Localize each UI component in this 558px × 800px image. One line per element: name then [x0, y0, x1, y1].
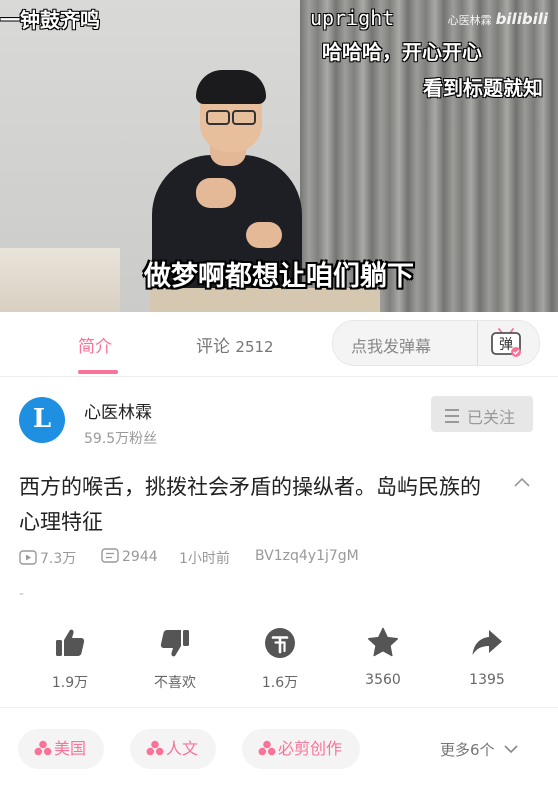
publish-time: 1小时前: [179, 551, 230, 567]
danmaku-icon-char: 弹: [499, 337, 513, 353]
tag-chip[interactable]: 必剪创作: [242, 729, 361, 769]
watermark-name: 心医林霖: [447, 14, 492, 27]
tab-comments-label: 评论: [196, 337, 230, 357]
more-tags-button[interactable]: 更多6个: [440, 739, 519, 760]
avatar-letter: L: [32, 404, 52, 434]
view-count: 7.3万: [19, 548, 76, 568]
tag-label: 必剪创作: [278, 739, 343, 758]
person-hand-right: [246, 222, 282, 248]
tag-icon: [34, 740, 52, 756]
danmaku-comment: 哈哈哈，开心开心: [322, 40, 482, 64]
view-count-value: 7.3万: [40, 551, 77, 567]
star-icon: [368, 627, 398, 657]
tag-icon: [258, 740, 276, 756]
dislike-button[interactable]: 不喜欢: [130, 626, 220, 692]
share-button[interactable]: 1395: [442, 626, 532, 688]
chevron-up-icon[interactable]: [513, 474, 531, 492]
person-glasses: [206, 110, 256, 125]
uploader-name[interactable]: 心医林霖: [84, 398, 152, 423]
coin-count: 1.6万: [261, 675, 299, 691]
tag-chip[interactable]: 美国: [18, 729, 105, 769]
bilibili-logo: bilibili: [495, 10, 548, 28]
favorite-button[interactable]: 3560: [338, 626, 428, 688]
video-player[interactable]: 一钟鼓齐鸣 upright 哈哈哈，开心开心 看到标题就知 心医林霖 bilibi…: [0, 0, 558, 312]
danmaku-comment: 看到标题就知: [423, 76, 543, 100]
uploader-avatar[interactable]: L: [19, 397, 65, 443]
follow-button-label: 已关注: [467, 408, 516, 427]
play-count-icon: [19, 550, 37, 565]
like-button[interactable]: 1.9万: [25, 626, 115, 692]
danmaku-count-icon: [101, 548, 119, 563]
thumbs-down-icon: [160, 630, 189, 657]
tag-label: 人文: [166, 739, 199, 758]
send-danmaku-button[interactable]: 点我发弹幕 弹: [332, 320, 540, 366]
person-hand-left: [196, 178, 236, 208]
video-description: -: [19, 586, 25, 602]
danmaku-toggle-icon[interactable]: 弹: [489, 328, 523, 358]
tag-chip[interactable]: 人文: [130, 729, 217, 769]
like-count: 1.9万: [51, 675, 89, 691]
uploader-fans-count: 59.5万粉丝: [84, 431, 158, 447]
coin-icon: [265, 628, 295, 658]
tab-intro[interactable]: 简介: [78, 332, 112, 357]
tab-comments-count: 2512: [235, 338, 274, 356]
tag-label: 美国: [54, 739, 87, 758]
tab-comments[interactable]: 评论 2512: [196, 332, 274, 357]
video-subtitle: 做梦啊都想让咱们躺下: [144, 261, 414, 292]
share-count: 1395: [469, 672, 505, 688]
thumbs-up-icon: [56, 629, 85, 656]
section-divider: [0, 707, 558, 708]
tab-bar: 简介 评论 2512 点我发弹幕 弹: [0, 312, 558, 377]
bvid: BV1zq4y1j7gM: [255, 548, 359, 564]
follow-button[interactable]: 已关注: [431, 396, 533, 432]
tag-icon: [146, 740, 164, 756]
danmaku-count-value: 2944: [122, 549, 158, 565]
chevron-down-icon: [504, 745, 518, 754]
tab-active-indicator: [78, 370, 118, 374]
coin-button[interactable]: 1.6万: [235, 626, 325, 692]
danmaku-count: 2944: [101, 548, 158, 565]
danmaku-input-placeholder: 点我发弹幕: [351, 337, 432, 356]
danmaku-separator: [477, 321, 478, 365]
share-arrow-icon: [472, 630, 502, 655]
danmaku-comment: 一钟鼓齐鸣: [0, 8, 100, 32]
favorite-count: 3560: [365, 672, 401, 688]
danmaku-comment: upright: [310, 6, 395, 30]
video-watermark: 心医林霖 bilibili: [448, 10, 548, 28]
menu-icon: [445, 409, 459, 423]
video-title: 西方的喉舌，挑拨社会矛盾的操纵者。岛屿民族的心理特征: [19, 475, 481, 534]
person-hair: [196, 70, 266, 104]
more-tags-label: 更多6个: [440, 741, 495, 759]
dislike-label: 不喜欢: [154, 675, 196, 691]
